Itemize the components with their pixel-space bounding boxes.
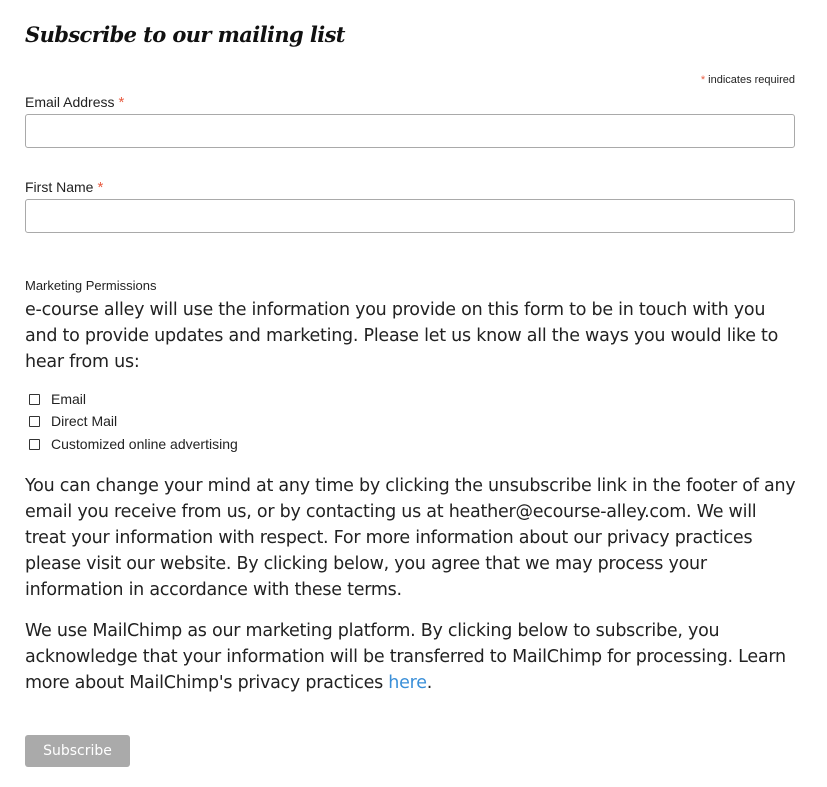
email-required-asterisk: * [118, 94, 125, 111]
first-name-label: First Name * [25, 179, 103, 196]
required-asterisk: * [700, 74, 706, 86]
checkbox-advertising-box[interactable] [29, 438, 40, 450]
form-title: Subscribe to our mailing list [25, 22, 346, 47]
mailchimp-privacy-link[interactable]: here [388, 673, 427, 693]
checkbox-email-label: Email [51, 391, 87, 407]
checkbox-advertising-label: Customized online advertising [51, 436, 238, 452]
subscribe-button[interactable]: Subscribe [25, 735, 130, 767]
required-note-text: indicates required [708, 74, 795, 86]
checkbox-direct-mail-label: Direct Mail [51, 413, 118, 429]
first-name-input[interactable] [25, 199, 795, 233]
unsubscribe-notice: You can change your mind at any time by … [25, 476, 796, 600]
checkbox-customized-online-advertising[interactable]: Customized online advertising [29, 436, 238, 452]
marketing-permissions-description: e-course alley will use the information … [25, 300, 779, 372]
checkbox-direct-mail[interactable]: Direct Mail [29, 413, 117, 429]
mailchimp-notice: We use MailChimp as our marketing platfo… [25, 618, 800, 696]
first-name-required-asterisk: * [97, 179, 104, 196]
checkbox-email[interactable]: Email [29, 391, 86, 407]
mailchimp-notice-period: . [426, 673, 433, 693]
required-indicator-note: * indicates required [701, 74, 795, 86]
email-label-text: Email Address [25, 94, 115, 110]
email-input[interactable] [25, 114, 795, 148]
email-label: Email Address * [25, 94, 124, 111]
checkbox-email-box[interactable] [29, 393, 40, 405]
first-name-label-text: First Name [25, 179, 94, 195]
marketing-permissions-heading: Marketing Permissions [25, 278, 157, 293]
checkbox-direct-mail-box[interactable] [29, 415, 40, 427]
